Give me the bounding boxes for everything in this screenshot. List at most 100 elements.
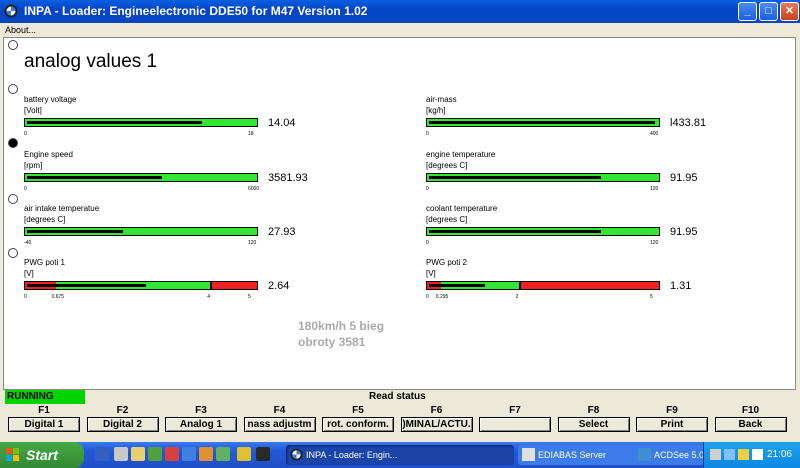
gauge-value: 91.95 bbox=[670, 226, 698, 238]
menu-about[interactable]: About... bbox=[0, 25, 36, 35]
function-key-number: F2 bbox=[116, 405, 129, 416]
quicklaunch-app-icon[interactable] bbox=[216, 447, 230, 461]
start-button[interactable]: Start bbox=[0, 442, 84, 468]
gauge: battery voltage [Volt] 14.04 0 18 bbox=[24, 95, 324, 139]
function-key-button[interactable]: Select bbox=[557, 417, 630, 432]
bmw-logo-icon bbox=[4, 4, 18, 18]
quicklaunch-app-icon[interactable] bbox=[256, 447, 270, 461]
maximize-button[interactable]: □ bbox=[759, 2, 778, 21]
radio-button[interactable] bbox=[8, 84, 18, 94]
gauge-label: PWG poti 2 bbox=[426, 258, 467, 267]
minimize-button[interactable]: _ bbox=[738, 2, 757, 21]
function-key-button[interactable]: nass adjustm bbox=[243, 417, 316, 432]
windows-logo-icon bbox=[6, 448, 19, 461]
gauge-zone-divider bbox=[518, 282, 521, 289]
gauge: PWG poti 2 [V] 1.31 0 0.295 2 5 bbox=[426, 258, 726, 302]
gauge-tick-label: 0 bbox=[426, 186, 429, 192]
quicklaunch-app-icon[interactable] bbox=[199, 447, 213, 461]
gauge-value: 91.95 bbox=[670, 172, 698, 184]
gauge-unit: [kg/h] bbox=[426, 106, 446, 115]
gauge-unit: [degrees C] bbox=[24, 215, 66, 224]
gauge-tick-label: 18 bbox=[248, 131, 254, 137]
gauge-tick-label: 5 bbox=[248, 294, 251, 300]
gauge-value: 2.64 bbox=[268, 280, 290, 292]
window-title-bar[interactable]: INPA - Loader: Engineelectronic DDE50 fo… bbox=[0, 0, 800, 23]
gauge-value: 3581.93 bbox=[268, 172, 308, 184]
function-key-button[interactable] bbox=[479, 417, 551, 432]
function-key-number: F5 bbox=[352, 405, 364, 416]
ediabas-icon bbox=[522, 448, 535, 461]
gauge-value: 27.93 bbox=[268, 226, 296, 238]
function-key-f10: F10 Back bbox=[713, 404, 789, 432]
gauge-fill bbox=[429, 284, 486, 287]
gauge-label: battery voltage bbox=[24, 95, 77, 104]
function-key-button[interactable]: Print bbox=[636, 417, 708, 432]
gauge-bar bbox=[24, 173, 258, 182]
radio-button[interactable] bbox=[8, 248, 18, 258]
function-key-number: F9 bbox=[666, 405, 678, 416]
tray-volume-icon[interactable] bbox=[752, 449, 763, 460]
gauge-bar bbox=[24, 227, 258, 236]
function-key-f8: F8 Select bbox=[556, 404, 632, 432]
tray-icon[interactable] bbox=[738, 449, 749, 460]
function-key-button[interactable]: Digital 2 bbox=[86, 417, 159, 432]
task-acdsee[interactable]: ACDSee 5.0 - Moje o... bbox=[634, 445, 706, 465]
menu-bar: About... bbox=[0, 23, 800, 37]
task-label: EDIABAS Server bbox=[538, 450, 607, 460]
clock[interactable]: 21:06 bbox=[767, 442, 792, 468]
quicklaunch-app-icon[interactable] bbox=[114, 447, 128, 461]
system-tray: 21:06 bbox=[703, 442, 800, 468]
gauge: engine temperature [degrees C] 91.95 0 120 bbox=[426, 150, 726, 194]
function-key-button[interactable]: Back bbox=[714, 417, 787, 432]
gauge-label: air-mass bbox=[426, 95, 457, 104]
function-key-button[interactable]: Digital 1 bbox=[8, 417, 80, 432]
taskbar: Start INPA - Loader: Engin... EDIABAS Se… bbox=[0, 442, 800, 468]
function-key-button[interactable]: rot. conform. bbox=[322, 417, 394, 432]
gauge-tick-label: 0 bbox=[426, 131, 429, 137]
quicklaunch-app-icon[interactable] bbox=[148, 447, 162, 461]
function-key-bar: F1 Digital 1 F2 Digital 2 F3 Analog 1 F4 nass a… bbox=[3, 404, 796, 436]
tray-network-icon[interactable] bbox=[724, 449, 735, 460]
gauge-fill bbox=[429, 121, 655, 124]
gauge-label: PWG poti 1 bbox=[24, 258, 65, 267]
radio-button-selected[interactable] bbox=[8, 138, 18, 148]
gauge-tick-label: 400 bbox=[650, 131, 659, 137]
quicklaunch-bmw-icon[interactable] bbox=[95, 447, 109, 461]
gauge-bar bbox=[426, 173, 660, 182]
overlay-text-speed: 180km/h 5 bieg bbox=[298, 319, 385, 333]
function-key-f6: F6)MINAL/ACTU. bbox=[399, 404, 475, 432]
gauge-bar bbox=[24, 118, 258, 127]
function-key-f7: F7 bbox=[477, 404, 553, 432]
radio-button[interactable] bbox=[8, 194, 18, 204]
gauge-fill bbox=[429, 230, 602, 233]
gauge-fill bbox=[27, 284, 146, 287]
gauge-tick-label: 120 bbox=[248, 240, 257, 246]
quicklaunch-app-icon[interactable] bbox=[182, 447, 196, 461]
tray-icon[interactable] bbox=[710, 449, 721, 460]
radio-button[interactable] bbox=[8, 40, 18, 50]
quicklaunch-app-icon[interactable] bbox=[237, 447, 251, 461]
gauge: air-mass [kg/h] l433.81 0 400 bbox=[426, 95, 726, 139]
gauge-fill bbox=[429, 176, 602, 179]
gauge-tick-label: 0.295 bbox=[435, 294, 449, 300]
main-content: analog values 1 battery voltage [Volt] 14.… bbox=[3, 37, 796, 390]
function-key-button[interactable]: )MINAL/ACTU. bbox=[400, 417, 473, 432]
gauge-tick-label: 120 bbox=[650, 186, 659, 192]
gauge-red-zone-high bbox=[519, 282, 659, 289]
gauge-fill bbox=[27, 121, 202, 124]
acdsee-icon bbox=[638, 448, 651, 461]
function-key-f5: F5 rot. conform. bbox=[320, 404, 396, 432]
gauge-unit: [degrees C] bbox=[426, 161, 468, 170]
function-key-number: F3 bbox=[195, 405, 207, 416]
function-key-f2: F2 Digital 2 bbox=[85, 404, 161, 432]
gauge-tick-label: 6000 bbox=[248, 186, 260, 192]
gauge-bar bbox=[426, 281, 660, 290]
close-button[interactable]: ✕ bbox=[780, 2, 799, 21]
function-key-button[interactable]: Analog 1 bbox=[165, 417, 237, 432]
quicklaunch-folder-icon[interactable] bbox=[131, 447, 145, 461]
gauge-unit: [V] bbox=[426, 269, 436, 278]
quicklaunch-app-icon[interactable] bbox=[165, 447, 179, 461]
gauge-label: engine temperature bbox=[426, 150, 496, 159]
task-inpa-loader[interactable]: INPA - Loader: Engin... bbox=[286, 445, 514, 465]
start-label: Start bbox=[26, 447, 58, 463]
